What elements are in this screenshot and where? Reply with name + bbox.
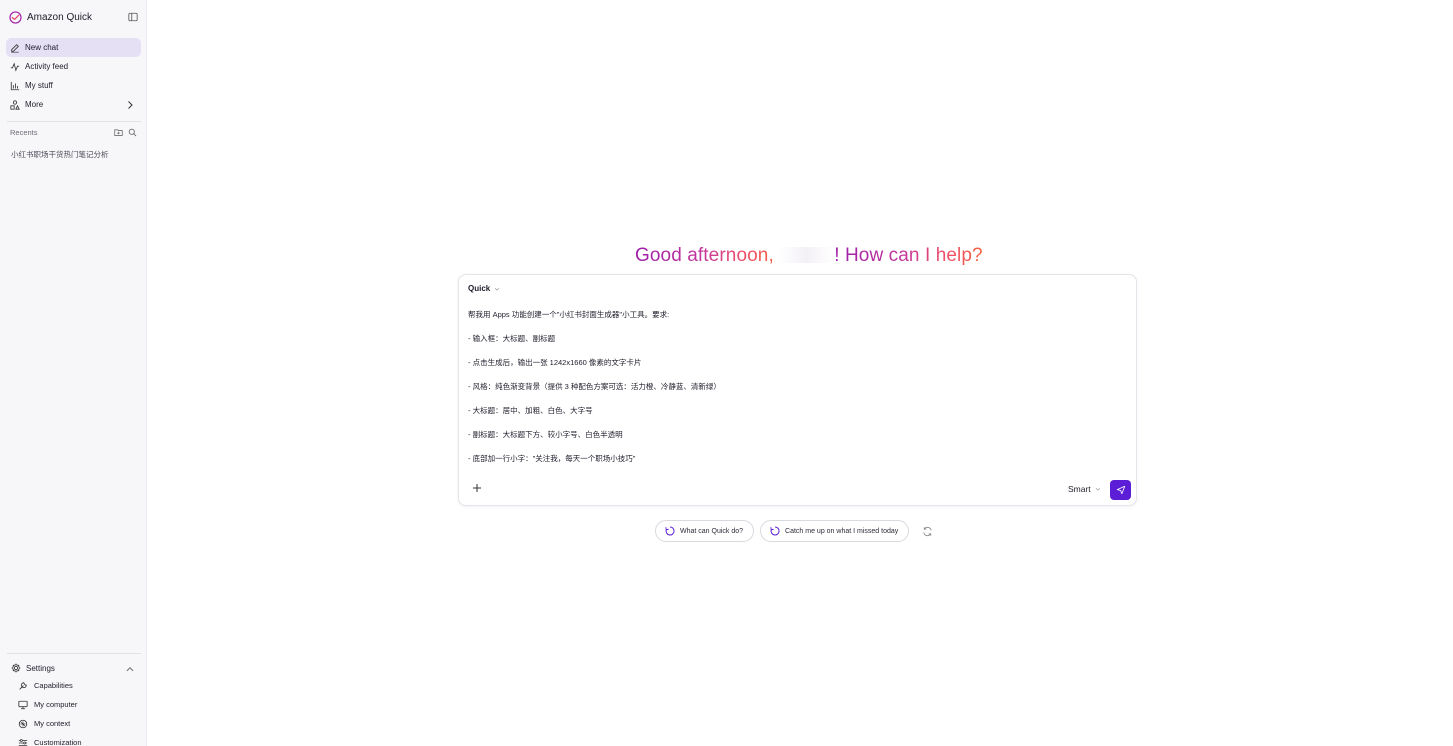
divider [7,121,141,122]
redacted-user-name [779,247,835,263]
chart-icon [10,81,20,90]
prompt-line: - 风格：纯色渐变背景（提供 3 种配色方案可选：活力橙、冷静蓝、清新绿） [468,382,721,391]
wrench-icon [19,681,27,690]
edit-icon [11,43,19,52]
add-attachment-icon[interactable] [472,483,482,493]
suggestion-chip[interactable]: What can Quick do? [655,520,755,542]
recents-header: Recents [10,128,137,137]
nav-label: More [25,100,44,109]
prompt-line: - 输入框：大标题、副标题 [468,334,556,343]
nav-label: New chat [25,43,59,52]
send-icon [1116,485,1125,495]
recent-chat-item[interactable]: 小红书职场干货热门笔记分析 [11,149,109,160]
context-icon [18,719,28,728]
agent-selector[interactable]: Quick [468,284,500,293]
nav-activity-feed[interactable]: Activity feed [6,57,141,76]
sidebar: Amazon Quick New chat Activity feed My s… [0,0,147,746]
chevron-up-icon [126,666,134,672]
settings-section: Settings Capabilities My computer My con… [7,660,141,746]
settings-item-label: My context [34,719,71,728]
nav-my-stuff[interactable]: My stuff [6,76,141,95]
chevron-down-icon [495,287,500,291]
settings-capabilities[interactable]: Capabilities [7,676,141,695]
suggestion-label: What can Quick do? [680,527,744,535]
settings-item-label: Customization [34,738,82,746]
sliders-icon [18,738,28,746]
greeting-end: ! How can I help? [834,245,983,266]
recents-label: Recents [10,128,38,137]
settings-toggle[interactable]: Settings [7,660,141,676]
shapes-icon [10,99,20,110]
prompt-line: - 底部加一行小字："关注我，每天一个职场小技巧" [468,454,636,463]
main-nav: New chat Activity feed My stuff More [6,38,141,114]
mode-selector[interactable]: Smart [1068,484,1101,494]
suggestion-label: Catch me up on what I missed today [785,527,899,535]
app-title: Amazon Quick [27,12,93,23]
greeting-start: Good afternoon, [635,245,780,266]
settings-label: Settings [26,663,55,673]
prompt-line: - 点击生成后，输出一张 1242x1660 像素的文字卡片 [468,358,642,367]
prompt-line: 帮我用 Apps 功能创建一个"小红书封面生成器"小工具。要求: [468,310,670,319]
prompt-input[interactable]: 帮我用 Apps 功能创建一个"小红书封面生成器"小工具。要求: - 输入框：大… [468,309,1118,477]
settings-item-label: My computer [34,700,78,709]
nav-label: Activity feed [25,62,69,71]
nav-more[interactable]: More [6,95,141,114]
prompt-line: - 副标题：大标题下方、较小字号、白色半透明 [468,430,623,439]
nav-label: My stuff [25,81,53,90]
refresh-suggestions-icon[interactable] [922,526,933,537]
divider [7,653,141,654]
agent-label: Quick [468,284,491,293]
settings-my-context[interactable]: My context [7,714,141,733]
settings-my-computer[interactable]: My computer [7,695,141,714]
sparkle-loop-icon [770,526,780,536]
suggestion-chip[interactable]: Catch me up on what I missed today [760,520,910,542]
monitor-icon [18,700,28,709]
chevron-right-icon [128,101,133,109]
prompt-line: - 大标题：居中、加粗、白色、大字号 [468,406,593,415]
mode-label: Smart [1068,484,1091,494]
gear-icon [11,663,21,673]
new-folder-icon[interactable] [114,128,123,137]
send-button[interactable] [1110,480,1131,500]
activity-icon [10,61,20,72]
search-icon[interactable] [128,128,137,137]
main-area: Good afternoon, ! How can I help? Quick … [148,0,1453,746]
brand[interactable]: Amazon Quick [9,11,92,24]
settings-customization[interactable]: Customization [7,733,141,746]
chat-composer: Quick 帮我用 Apps 功能创建一个"小红书封面生成器"小工具。要求: -… [458,274,1137,506]
suggestion-chips: What can Quick do? Catch me up on what I… [655,520,933,542]
sparkle-loop-icon [665,526,675,536]
greeting-heading: Good afternoon, ! How can I help? [635,245,983,267]
nav-new-chat[interactable]: New chat [6,38,141,57]
settings-item-label: Capabilities [34,681,73,690]
chevron-down-icon [1095,488,1100,491]
collapse-sidebar-icon[interactable] [128,12,138,22]
amazon-quick-logo-icon [9,11,22,24]
